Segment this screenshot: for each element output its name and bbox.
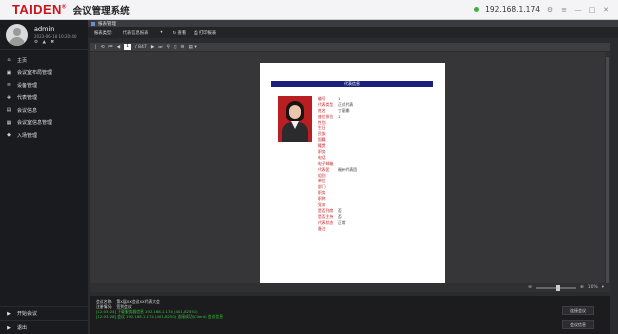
app-title: 会议管理系统 xyxy=(72,5,130,17)
zoom-out-icon[interactable]: ⊖ xyxy=(528,285,532,290)
page-icon[interactable]: ▯ xyxy=(174,45,177,50)
connect-meeting-button[interactable]: 连接会议 xyxy=(562,306,594,315)
zoom-bar: ⊖ ⊕ 10% ▾ xyxy=(90,283,610,292)
sidebar-item-label: 会议信息 xyxy=(17,107,38,114)
zoom-level: 10% xyxy=(587,285,598,290)
last-page-icon[interactable]: ⏭ xyxy=(158,44,162,50)
separator-icon: | xyxy=(95,44,97,50)
zoom-in-icon[interactable]: ⊕ xyxy=(580,285,584,290)
delegate-photo xyxy=(278,96,312,142)
first-page-icon[interactable]: ⏮ xyxy=(108,44,112,50)
field-value: 丁丽娜 xyxy=(338,107,350,113)
sidebar-item-room-info[interactable]: ▦ 会议室信息管理 xyxy=(0,117,88,130)
sidebar-item-label: 主页 xyxy=(17,57,28,64)
maximize-button[interactable]: □ xyxy=(588,6,596,14)
field-value: 正常 xyxy=(338,219,346,225)
exit-button[interactable]: ▶ 退出 xyxy=(0,320,88,334)
zoom-slider-knob[interactable] xyxy=(555,284,560,291)
tab-bar: 报表管理 xyxy=(88,20,618,27)
sidebar-item-label: 设备管理 xyxy=(17,82,38,89)
status-panel: 会议名称: 第X届XX会议XX代表大会 注册情况: 签到会议 [12:03:24] … xyxy=(90,296,610,334)
sidebar-bottom: ▶ 开始会议 ▶ 退出 xyxy=(0,306,88,334)
main-area: 报表管理 报表类型: 代表信息报表 ▾ ↻ 查看 ⎙ 打印报表 | ⟲ ⏮ ◀ … xyxy=(88,20,618,334)
report-viewer: | ⟲ ⏮ ◀ 1 / 847 ▶ ⏭ ⚲ ▯ ⚙ ▤ ▾ 代表信息 编号 1 … xyxy=(90,43,610,292)
tab-label: 报表管理 xyxy=(98,21,116,27)
sidebar-item-home[interactable]: ⌂ 主页 xyxy=(0,54,88,67)
field-value: 1 xyxy=(338,96,341,102)
report-type-label: 报表类型: xyxy=(94,30,113,36)
title-bar-right: 192.168.1.174 ⚙ ≡ — □ ✕ xyxy=(474,5,610,14)
room-icon: ▦ xyxy=(6,119,12,126)
report-toolbar: 报表类型: 代表信息报表 ▾ ↻ 查看 ⎙ 打印报表 xyxy=(88,27,618,38)
report-icon xyxy=(91,21,95,26)
home-icon: ⌂ xyxy=(7,57,11,64)
field-label: 备注 xyxy=(318,225,326,231)
start-meeting-button[interactable]: ▶ 开始会议 xyxy=(0,306,88,320)
user-panel: admin 2023-06-18 10:20:40 ⚙ ▲ ✖ xyxy=(0,20,88,50)
meeting-info-button[interactable]: 会议信息 xyxy=(562,320,594,329)
delegate-fields: 编号 1 代表类型 正式代表 姓名 丁丽娜 座位排位 1 性别 生日 民族 国籍 籍贯 职务 电话 电子邮箱代… xyxy=(318,96,357,231)
settings-icon[interactable]: ⚙ xyxy=(546,6,554,14)
sidebar-nav: ⌂ 主页 ▣ 会议室布局管理 ≋ 设备管理 ✚ 代表管理 ▤ 会议信息 ▦ 会议室信息管理 … xyxy=(0,54,88,142)
delegate-icon: ✚ xyxy=(6,94,12,101)
page-total: / 847 xyxy=(135,44,147,50)
search-icon[interactable]: ⚲ xyxy=(167,45,170,50)
device-icon: ≋ xyxy=(6,82,12,89)
report-page: 代表信息 编号 1 代表类型 正式代表 姓名 丁丽娜 座位排位 1 性别 生日 民族 国籍 籍贯 职务 电话… xyxy=(260,63,445,288)
sidebar-item-devices[interactable]: ≋ 设备管理 xyxy=(0,79,88,92)
field-row: 备注 xyxy=(318,226,357,232)
sidebar-item-label: 代表管理 xyxy=(17,95,38,102)
play-icon: ▶ xyxy=(7,310,11,317)
chevron-down-icon[interactable]: ▾ xyxy=(158,30,164,35)
sidebar-item-delegates[interactable]: ✚ 代表管理 xyxy=(0,92,88,105)
prev-page-icon[interactable]: ◀ xyxy=(117,45,121,50)
next-page-icon[interactable]: ▶ xyxy=(151,45,155,50)
refresh-icon[interactable]: ⟲ xyxy=(101,45,105,50)
close-button[interactable]: ✕ xyxy=(602,6,610,14)
admission-icon: ◆ xyxy=(7,132,11,139)
sidebar-item-label: 入场管理 xyxy=(17,132,38,139)
user-datetime: 2023-06-18 10:20:40 xyxy=(34,33,77,39)
sidebar-item-room-layout[interactable]: ▣ 会议室布局管理 xyxy=(0,67,88,80)
page-number-input[interactable]: 1 xyxy=(124,44,132,50)
user-actions-icon[interactable]: ⚙ ▲ ✖ xyxy=(34,40,76,45)
zoom-dropdown-icon[interactable]: ▾ xyxy=(602,285,604,290)
sidebar-item-meeting-info[interactable]: ▤ 会议信息 xyxy=(0,104,88,117)
user-name: admin xyxy=(34,24,55,33)
server-ip: 192.168.1.174 xyxy=(485,5,540,14)
field-value: 福州代表团 xyxy=(338,166,357,172)
report-type-select[interactable]: 代表信息报表 xyxy=(121,30,151,36)
app-window: TAIDEN® 会议管理系统 192.168.1.174 ⚙ ≡ — □ ✕ a… xyxy=(0,0,618,334)
zoom-slider[interactable] xyxy=(535,284,576,291)
avatar[interactable] xyxy=(6,23,28,46)
scrollbar-thumb[interactable] xyxy=(606,57,609,287)
exit-label: 退出 xyxy=(17,325,28,331)
view-button[interactable]: ↻ 查看 xyxy=(173,30,187,36)
menu-icon[interactable]: ≡ xyxy=(560,6,568,14)
export-menu-icon[interactable]: ▤ ▾ xyxy=(189,45,197,50)
vertical-scrollbar[interactable] xyxy=(605,52,610,292)
report-title: 代表信息 xyxy=(271,81,433,87)
user-info: admin 2023-06-18 10:20:40 ⚙ ▲ ✖ xyxy=(34,25,76,45)
brand-logo: TAIDEN® xyxy=(12,2,67,17)
title-bar: TAIDEN® 会议管理系统 192.168.1.174 ⚙ ≡ — □ ✕ xyxy=(0,0,618,20)
minimize-button[interactable]: — xyxy=(574,6,582,14)
start-meeting-label: 开始会议 xyxy=(17,311,38,317)
viewer-toolbar: | ⟲ ⏮ ◀ 1 / 847 ▶ ⏭ ⚲ ▯ ⚙ ▤ ▾ xyxy=(90,43,610,52)
sidebar-item-label: 会议室布局管理 xyxy=(17,70,53,77)
gear-icon[interactable]: ⚙ xyxy=(180,45,184,50)
exit-icon: ▶ xyxy=(7,324,11,331)
layout-icon: ▣ xyxy=(6,69,12,76)
field-value: 1 xyxy=(338,114,341,120)
sidebar: admin 2023-06-18 10:20:40 ⚙ ▲ ✖ ⌂ 主页 ▣ 会议室… xyxy=(0,20,88,334)
sidebar-item-admission[interactable]: ◆ 入场管理 xyxy=(0,129,88,142)
connection-status-icon xyxy=(474,7,480,12)
sidebar-item-label: 会议室信息管理 xyxy=(17,120,53,127)
log-line: [12:03:28] 会议 192.168.1.174 (401-8250) 连… xyxy=(96,313,223,319)
tab-report-management[interactable]: 报表管理 xyxy=(91,21,116,27)
print-report-button[interactable]: ⎙ 打印报表 xyxy=(194,30,216,36)
meeting-icon: ▤ xyxy=(6,107,12,114)
